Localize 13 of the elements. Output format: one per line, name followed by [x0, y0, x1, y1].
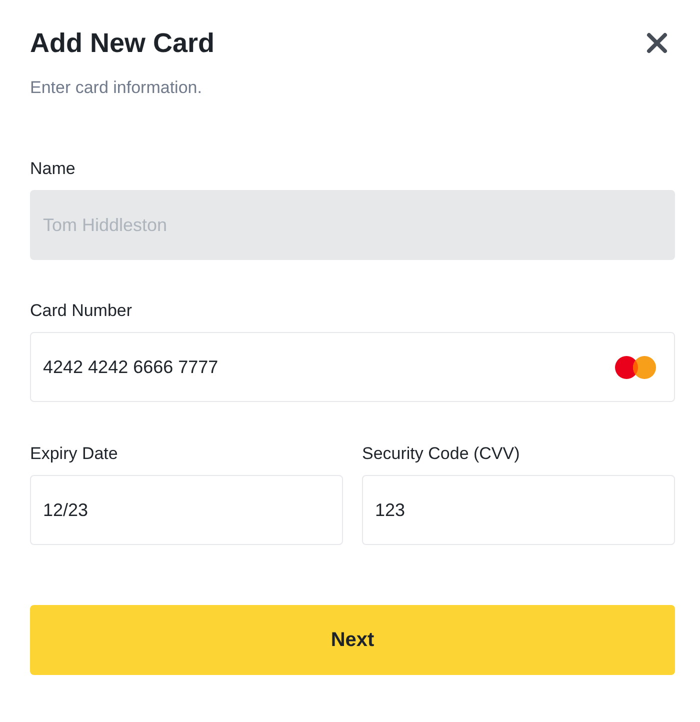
field-label: Security Code (CVV): [362, 443, 521, 465]
field-label: Expiry Date: [30, 443, 119, 465]
close-button[interactable]: [646, 32, 668, 54]
card-brand-icon: [615, 356, 656, 379]
dialog-subtitle: Enter card information.: [30, 77, 203, 99]
input-field[interactable]: 12/23: [30, 475, 343, 545]
input-field[interactable]: 4242 4242 6666 7777: [30, 332, 675, 402]
field-label: Name: [30, 158, 76, 180]
next-button[interactable]: Next: [30, 605, 675, 675]
field-label: Card Number: [30, 300, 134, 322]
input-field[interactable]: 123: [362, 475, 675, 545]
close-icon: [646, 32, 668, 54]
dialog-title: Add New Card: [30, 27, 215, 60]
